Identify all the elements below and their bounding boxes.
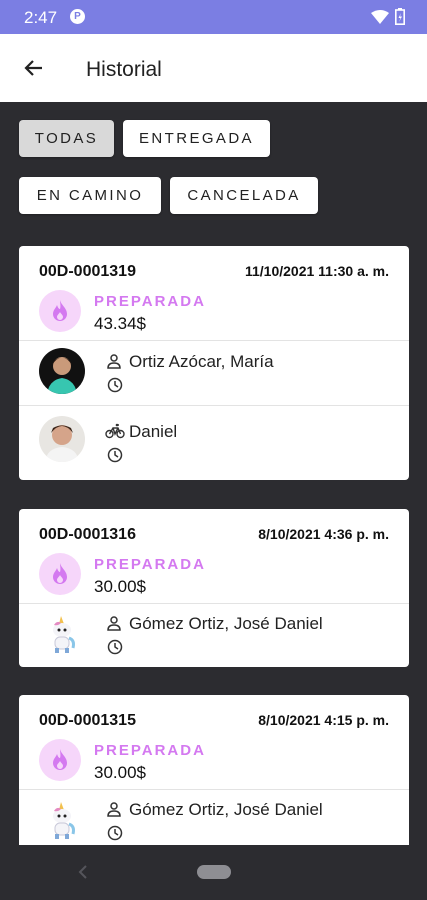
order-status: PREPARADA xyxy=(94,742,206,759)
courier-name: Daniel xyxy=(129,422,178,441)
order-id: 00D-0001315 xyxy=(39,712,136,729)
order-date: 11/10/2021 11:30 a. m. xyxy=(244,263,389,279)
app-notification-icon: P xyxy=(70,9,85,24)
clock-icon xyxy=(107,447,123,463)
filter-chip-cancelada[interactable]: CANCELADA xyxy=(170,177,318,214)
filter-chip-todas[interactable]: TODAS xyxy=(19,120,114,157)
navigation-bar xyxy=(0,845,427,900)
clock-icon xyxy=(107,825,123,841)
person-icon xyxy=(107,802,121,817)
order-price: 30.00$ xyxy=(94,763,146,782)
flame-icon xyxy=(39,553,81,595)
battery-icon xyxy=(395,8,405,25)
filter-chip-entregada[interactable]: ENTREGADA xyxy=(123,120,270,157)
order-price: 43.34$ xyxy=(94,314,146,333)
divider xyxy=(19,340,409,341)
flame-icon xyxy=(39,290,81,332)
nav-back-icon[interactable] xyxy=(78,865,88,879)
divider xyxy=(19,405,409,406)
courier-avatar xyxy=(39,416,85,462)
order-status: PREPARADA xyxy=(94,293,206,310)
bicycle-icon xyxy=(105,423,125,439)
clock-icon xyxy=(107,377,123,393)
customer-avatar xyxy=(39,612,85,658)
customer-name: Gómez Ortiz, José Daniel xyxy=(129,614,323,633)
nav-home-pill[interactable] xyxy=(197,865,231,879)
customer-avatar xyxy=(39,348,85,394)
status-bar: 2:47 P xyxy=(0,0,427,34)
order-date: 8/10/2021 4:36 p. m. xyxy=(258,526,389,542)
order-status: PREPARADA xyxy=(94,556,206,573)
system-icons xyxy=(371,8,405,25)
order-id: 00D-0001316 xyxy=(39,526,136,543)
app-bar: Historial xyxy=(0,34,427,102)
page-title: Historial xyxy=(86,58,162,81)
order-date: 8/10/2021 4:15 p. m. xyxy=(258,712,389,728)
divider xyxy=(19,603,409,604)
status-time: 2:47 xyxy=(24,8,58,27)
flame-icon xyxy=(39,739,81,781)
filter-chip-en-camino[interactable]: EN CAMINO xyxy=(19,177,161,214)
order-price: 30.00$ xyxy=(94,577,146,596)
divider xyxy=(19,789,409,790)
wifi-icon xyxy=(371,9,389,24)
customer-name: Gómez Ortiz, José Daniel xyxy=(129,800,323,819)
back-arrow-icon[interactable] xyxy=(22,56,46,80)
customer-name: Ortiz Azócar, María xyxy=(129,352,274,371)
person-icon xyxy=(107,616,121,631)
order-card[interactable]: 00D-0001316 8/10/2021 4:36 p. m. PREPARA… xyxy=(19,509,409,667)
clock-icon xyxy=(107,639,123,655)
order-id: 00D-0001319 xyxy=(39,263,136,280)
customer-avatar xyxy=(39,798,85,844)
order-card[interactable]: 00D-0001315 8/10/2021 4:15 p. m. PREPARA… xyxy=(19,695,409,845)
order-card[interactable]: 00D-0001319 11/10/2021 11:30 a. m. PREPA… xyxy=(19,246,409,480)
person-icon xyxy=(107,354,121,369)
